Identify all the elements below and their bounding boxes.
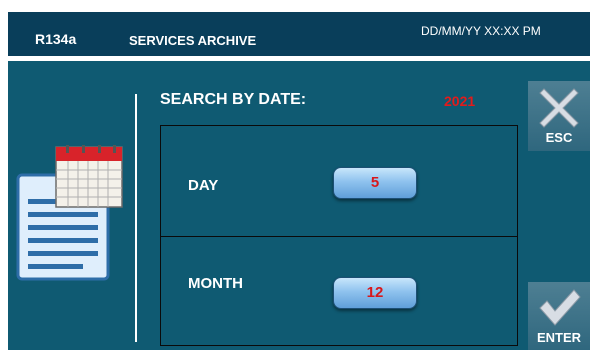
year-value[interactable]: 2021 [444, 93, 475, 109]
day-panel: DAY 5 [160, 125, 518, 237]
month-value-button[interactable]: 12 [333, 277, 417, 309]
refrigerant-model: R134a [35, 31, 77, 47]
content-area: SEARCH BY DATE: 2021 DAY 5 MONTH 12 ESC … [8, 61, 590, 350]
x-icon [539, 88, 579, 128]
month-label: MONTH [188, 275, 243, 292]
day-label: DAY [188, 177, 219, 194]
checkmark-icon [539, 289, 581, 326]
vertical-divider [135, 94, 137, 342]
search-by-date-label: SEARCH BY DATE: [160, 91, 307, 108]
day-value-button[interactable]: 5 [333, 167, 417, 199]
enter-button[interactable]: ENTER [528, 282, 590, 350]
calendar-document-icon [16, 145, 126, 300]
header-bar: R134a SERVICES ARCHIVE DD/MM/YY XX:XX PM [8, 12, 590, 56]
page-title: SERVICES ARCHIVE [129, 33, 257, 48]
esc-label: ESC [545, 130, 573, 145]
enter-label: ENTER [536, 330, 582, 345]
esc-button[interactable]: ESC [528, 81, 590, 151]
month-panel: MONTH 12 [160, 236, 518, 346]
datetime-display: DD/MM/YY XX:XX PM [421, 24, 541, 38]
screen: R134a SERVICES ARCHIVE DD/MM/YY XX:XX PM [0, 0, 590, 354]
